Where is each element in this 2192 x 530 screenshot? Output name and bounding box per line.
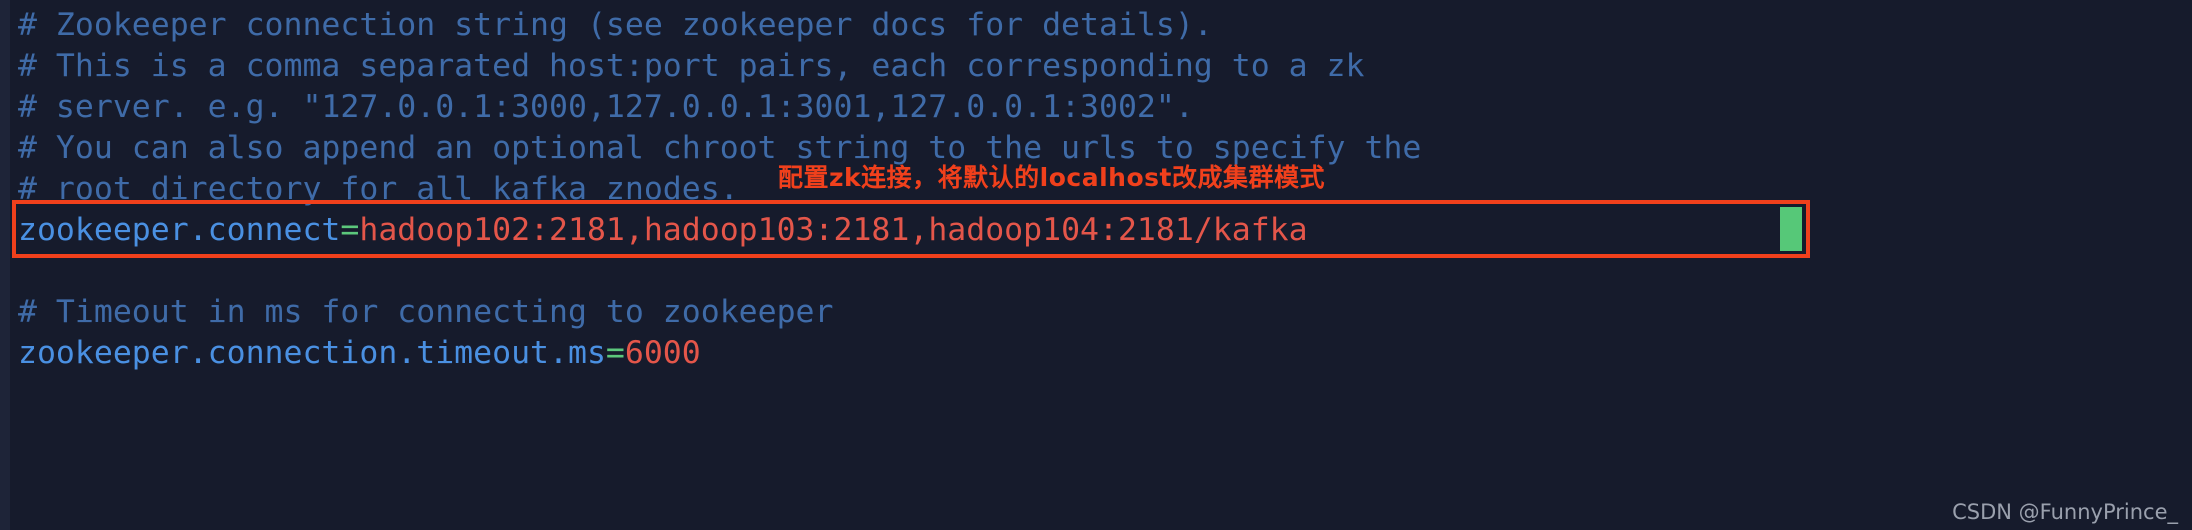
code-line-comment-3: # server. e.g. "127.0.0.1:3000,127.0.0.1… [18, 89, 1194, 125]
code-line-comment-6: # Timeout in ms for connecting to zookee… [18, 294, 834, 330]
code-line-zookeeper-connect[interactable]: zookeeper.connect=hadoop102:2181,hadoop1… [18, 210, 1308, 251]
editor-gutter [0, 0, 10, 530]
property-value-zookeeper-connect: hadoop102:2181,hadoop103:2181,hadoop104:… [359, 212, 1308, 248]
code-editor[interactable]: # Zookeeper connection string (see zooke… [0, 0, 2192, 530]
property-key-zookeeper-connect: zookeeper.connect [18, 212, 341, 248]
code-content[interactable]: # Zookeeper connection string (see zooke… [10, 0, 2192, 530]
property-key-zookeeper-timeout: zookeeper.connection.timeout.ms [18, 335, 606, 371]
code-line-zookeeper-timeout[interactable]: zookeeper.connection.timeout.ms=6000 [18, 333, 701, 374]
annotation-text: 配置zk连接，将默认的localhost改成集群模式 [778, 163, 1325, 192]
code-line-comment-5: # root directory for all kafka znodes. [18, 171, 739, 207]
code-line-comment-2: # This is a comma separated host:port pa… [18, 48, 1365, 84]
code-line-comment-1: # Zookeeper connection string (see zooke… [18, 7, 1213, 43]
property-value-zookeeper-timeout: 6000 [624, 335, 701, 371]
assignment-operator-timeout: = [605, 335, 625, 371]
watermark: CSDN @FunnyPrince_ [1952, 500, 2178, 524]
assignment-operator: = [340, 212, 360, 248]
text-cursor [1780, 207, 1802, 251]
